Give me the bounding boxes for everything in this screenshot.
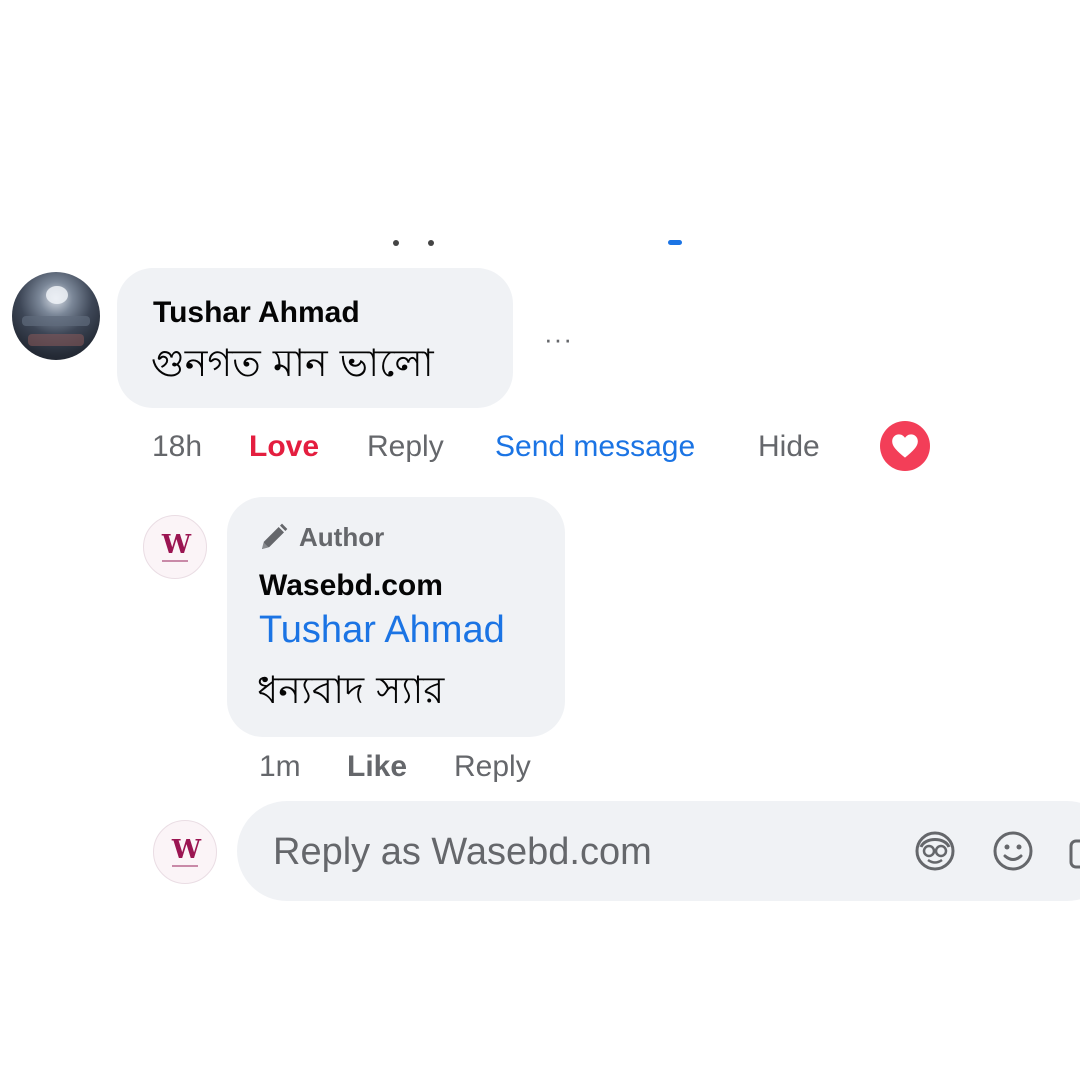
- reaction-badge[interactable]: [880, 421, 930, 471]
- reply-author-name[interactable]: Wasebd.com: [259, 569, 443, 603]
- cut-off-content: [668, 240, 682, 245]
- reply-action[interactable]: Reply: [367, 430, 444, 464]
- pen-icon: [262, 523, 288, 549]
- reply-reply-action[interactable]: Reply: [454, 750, 531, 784]
- comment-timestamp[interactable]: 18h: [152, 430, 202, 464]
- love-action[interactable]: Love: [249, 430, 319, 464]
- more-options-button[interactable]: ···: [544, 324, 573, 355]
- mention-link[interactable]: Tushar Ahmad: [259, 609, 505, 652]
- page-avatar[interactable]: W: [143, 515, 207, 579]
- love-icon: [892, 434, 918, 458]
- comment-author-name[interactable]: Tushar Ahmad: [153, 296, 360, 330]
- reply-bubble: Author Wasebd.com Tushar Ahmad ধন্যবাদ স…: [227, 497, 565, 737]
- comment-text: গুনগত মান ভালো: [151, 341, 434, 385]
- hide-action[interactable]: Hide: [758, 430, 820, 464]
- send-message-action[interactable]: Send message: [495, 430, 695, 464]
- logo-icon: W: [171, 834, 201, 865]
- logo-icon: W: [161, 529, 191, 560]
- comment-bubble: Tushar Ahmad গুনগত মান ভালো: [117, 268, 513, 408]
- reply-input[interactable]: [271, 825, 875, 879]
- author-badge-label: Author: [299, 521, 385, 552]
- like-action[interactable]: Like: [347, 750, 407, 784]
- cut-off-content: [393, 240, 399, 246]
- reply-text: ধন্যবাদ স্যার: [257, 668, 445, 712]
- composer-avatar: W: [153, 820, 217, 884]
- camera-icon[interactable]: [1067, 829, 1080, 873]
- reply-timestamp[interactable]: 1m: [259, 750, 301, 784]
- reply-composer[interactable]: [237, 801, 1080, 901]
- cut-off-content: [428, 240, 434, 246]
- commenter-avatar[interactable]: [12, 272, 100, 360]
- emoji-icon[interactable]: [991, 829, 1035, 873]
- author-badge: Author: [257, 521, 384, 553]
- avatar-sticker-icon[interactable]: [913, 829, 957, 873]
